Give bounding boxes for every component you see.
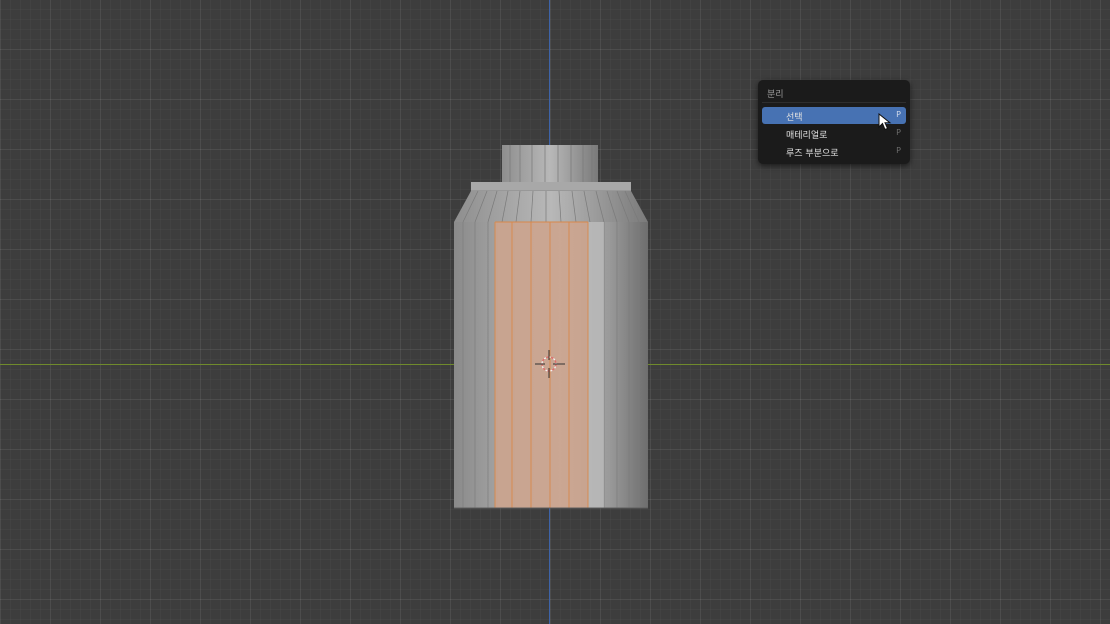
menu-item-by-loose-parts[interactable]: 루즈 부분으로 P: [762, 143, 906, 160]
mesh-object[interactable]: [0, 0, 1110, 624]
menu-item-label: 선택: [786, 113, 803, 123]
mouse-pointer-icon: [878, 113, 892, 131]
bottle-shoulder: [454, 190, 648, 223]
bottle-cap: [471, 145, 631, 192]
menu-divider: [762, 102, 906, 103]
3d-viewport[interactable]: 분리 선택 P 매테리얼로 P 루즈 부분으로 P: [0, 0, 1110, 624]
menu-item-label: 매테리얼로: [786, 131, 828, 141]
menu-item-shortcut: P: [896, 128, 901, 137]
menu-item-label: 루즈 부분으로: [786, 149, 839, 159]
menu-item-shortcut: P: [896, 146, 901, 155]
menu-title: 분리: [767, 90, 784, 100]
menu-item-shortcut: P: [896, 110, 901, 119]
